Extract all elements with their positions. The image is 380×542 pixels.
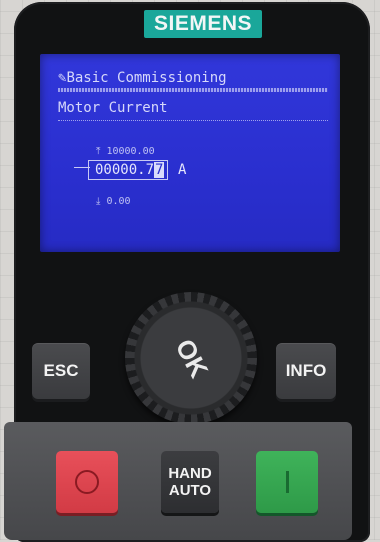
esc-button-label: ESC — [43, 361, 79, 380]
stop-button[interactable] — [56, 451, 118, 513]
hand-auto-button[interactable]: HAND AUTO — [161, 451, 219, 513]
circle-stop-icon — [75, 470, 99, 494]
value-unit: A — [178, 162, 187, 178]
ok-knob[interactable]: OK — [125, 292, 257, 424]
upper-limit-icon: ⤒ — [96, 146, 101, 157]
lower-limit-icon: ⤓ — [96, 196, 101, 207]
menu-title: Basic Commissioning — [66, 70, 227, 86]
value-cursor-digit: 7 — [154, 162, 165, 178]
menu-header: ✎Basic Commissioning — [58, 70, 227, 86]
min-limit-row: ⤓ 0.00 — [96, 196, 131, 207]
info-button[interactable]: INFO — [276, 343, 336, 399]
bar-start-icon — [285, 471, 289, 493]
esc-button[interactable]: ESC — [32, 343, 90, 399]
min-value: 0.00 — [106, 196, 131, 207]
divider — [58, 120, 328, 122]
lcd-display: ✎Basic Commissioning Motor Current ⤒ 100… — [40, 54, 340, 252]
start-button[interactable] — [256, 451, 318, 513]
auto-label: AUTO — [168, 482, 212, 499]
brand-logo-text: SIEMENS — [153, 12, 253, 35]
info-button-label: INFO — [285, 361, 327, 380]
hand-label: HAND — [168, 465, 212, 482]
max-limit-row: ⤒ 10000.00 — [96, 146, 155, 157]
max-value: 10000.00 — [106, 146, 155, 157]
brand-badge: SIEMENS — [144, 10, 262, 38]
parameter-name: Motor Current — [58, 100, 168, 116]
value-digits: 00000.7 — [95, 162, 155, 178]
ok-knob-label: OK — [169, 333, 214, 383]
menu-progress-bar — [58, 88, 328, 92]
value-input[interactable]: 00000.7 7 — [88, 160, 168, 180]
